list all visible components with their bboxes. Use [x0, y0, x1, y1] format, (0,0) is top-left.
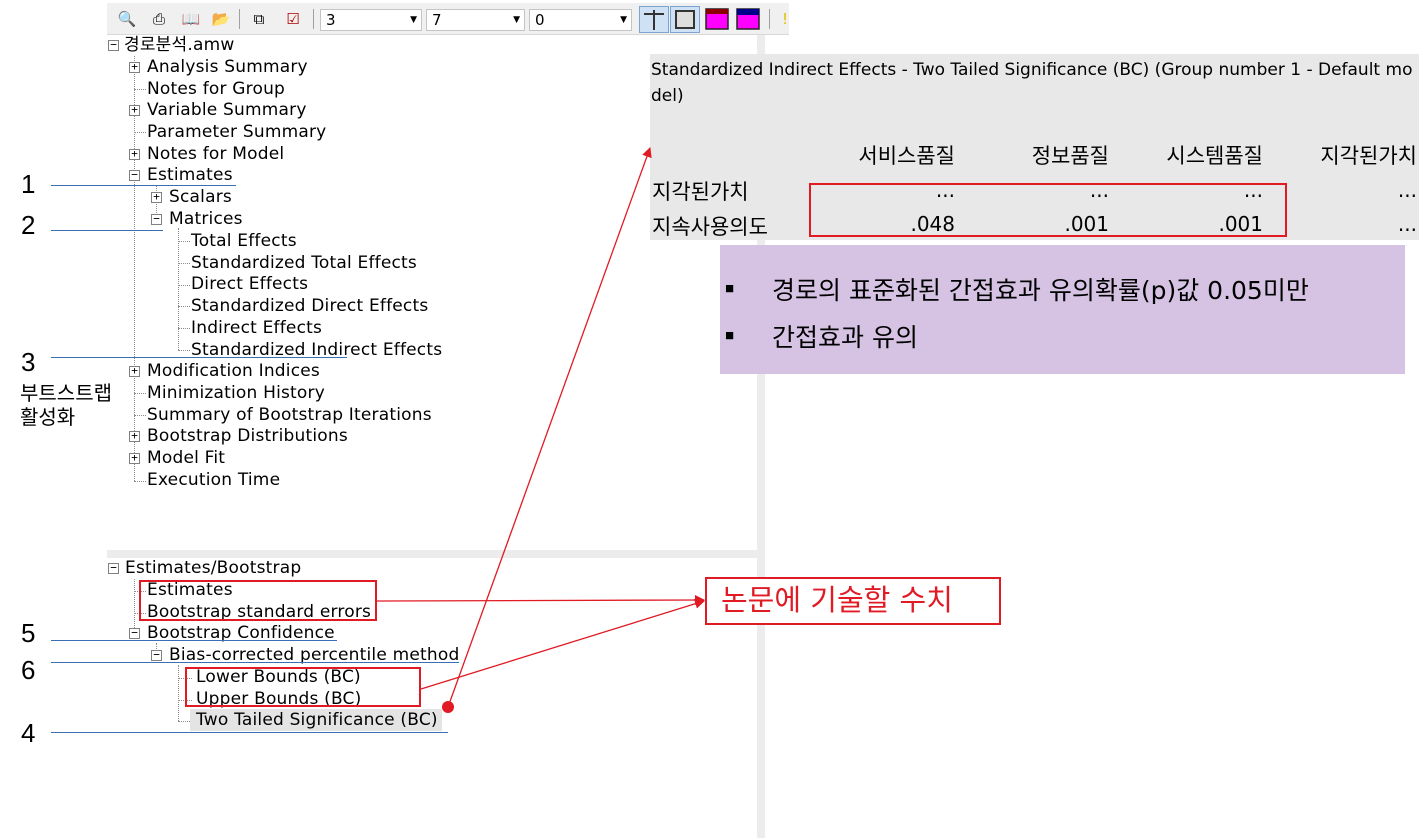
annotation-arrows	[376, 147, 705, 713]
arrow-se-to-callout	[376, 595, 705, 606]
arrow-two-tailed-to-output	[447, 147, 652, 708]
arrow-bounds-to-callout	[420, 598, 705, 690]
arrow-origin-dot	[442, 701, 454, 713]
